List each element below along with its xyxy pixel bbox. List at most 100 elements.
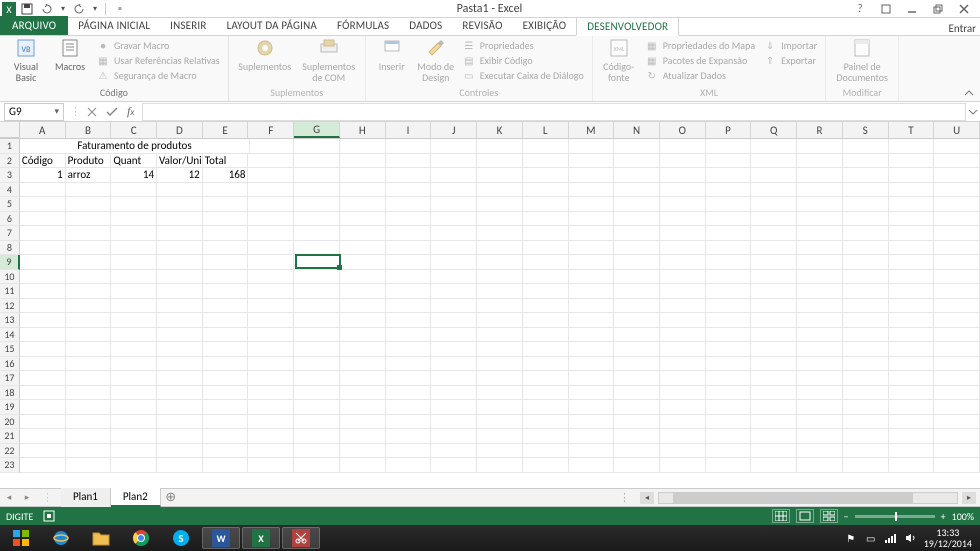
cell[interactable] [203,371,249,386]
save-icon[interactable] [18,1,36,17]
cell[interactable] [706,386,752,401]
cell[interactable] [706,241,752,256]
cell[interactable] [660,197,706,212]
cell[interactable] [203,270,249,285]
row-header[interactable]: 10 [0,270,20,285]
cell[interactable] [203,386,249,401]
sheet-tab[interactable]: Plan2 [111,488,161,507]
cell[interactable] [294,226,340,241]
cell[interactable] [523,284,569,299]
cell[interactable] [66,313,112,328]
cell[interactable] [614,270,660,285]
cell[interactable] [386,255,432,270]
cell[interactable] [751,284,797,299]
qat-customize[interactable]: ≡ [111,1,129,17]
cell[interactable] [889,400,935,415]
cell[interactable] [111,400,157,415]
ribbon-display-options[interactable] [876,1,896,17]
row-header[interactable]: 7 [0,226,20,241]
cell[interactable] [843,444,889,459]
cell[interactable] [934,154,980,169]
skype-taskbar-icon[interactable]: S [162,527,200,549]
cell[interactable] [386,342,432,357]
cell[interactable] [797,400,843,415]
cell[interactable] [843,168,889,183]
cell[interactable] [751,444,797,459]
cell[interactable] [66,386,112,401]
cell[interactable]: 14 [111,168,157,183]
cell[interactable] [934,226,980,241]
cell[interactable] [157,255,203,270]
cell[interactable] [660,284,706,299]
cell[interactable] [20,299,66,314]
hscroll-right[interactable]: ▸ [962,492,976,504]
cell[interactable] [386,313,432,328]
cell[interactable] [294,357,340,372]
row-header[interactable]: 6 [0,212,20,227]
cell[interactable] [248,386,294,401]
cell[interactable] [340,183,386,198]
cell[interactable] [477,255,523,270]
cell[interactable] [66,183,112,198]
cell[interactable] [934,357,980,372]
cell[interactable]: Produto [66,154,112,169]
ie-taskbar-icon[interactable] [42,527,80,549]
visual-basic-button[interactable]: VB Visual Basic [6,38,46,83]
cell[interactable] [706,371,752,386]
cell[interactable] [294,429,340,444]
cell[interactable] [248,444,294,459]
cell[interactable] [66,328,112,343]
cell[interactable] [614,299,660,314]
cell[interactable] [523,386,569,401]
cell[interactable] [660,328,706,343]
cell[interactable] [386,328,432,343]
cell[interactable] [66,241,112,256]
cell[interactable]: Código [20,154,66,169]
cell[interactable] [294,328,340,343]
cell[interactable] [751,212,797,227]
horizontal-scrollbar[interactable] [658,492,958,504]
tab-fórmulas[interactable]: FÓRMULAS [327,17,399,35]
cell[interactable] [843,342,889,357]
cell[interactable] [340,371,386,386]
cell[interactable] [386,270,432,285]
page-layout-view-button[interactable] [796,509,814,523]
cell[interactable] [248,415,294,430]
help-button[interactable]: ? [850,1,870,17]
cell[interactable] [111,386,157,401]
cell[interactable] [706,183,752,198]
undo-dropdown[interactable]: ▾ [58,1,68,17]
cell[interactable] [477,154,523,169]
cell[interactable] [340,400,386,415]
cell[interactable] [20,313,66,328]
cell[interactable] [477,357,523,372]
cell[interactable] [157,386,203,401]
cell[interactable] [66,357,112,372]
cell[interactable] [111,342,157,357]
import-button[interactable]: ⇓Importar [761,38,819,52]
cell[interactable] [569,226,615,241]
row-header[interactable]: 5 [0,197,20,212]
cell[interactable] [843,139,889,154]
cell[interactable] [157,444,203,459]
cell[interactable] [66,226,112,241]
cell[interactable] [614,183,660,198]
formula-input[interactable] [142,103,966,121]
cell[interactable] [569,255,615,270]
cell[interactable] [523,328,569,343]
cell[interactable] [660,415,706,430]
cell[interactable] [934,299,980,314]
cell[interactable] [614,400,660,415]
cell[interactable] [660,241,706,256]
row-header[interactable]: 23 [0,458,20,473]
cell[interactable] [386,197,432,212]
cell[interactable] [523,458,569,473]
refresh-data-button[interactable]: ↻Atualizar Dados [643,68,757,82]
column-header[interactable]: G [294,122,340,138]
cell[interactable] [248,284,294,299]
run-dialog-button[interactable]: ▭Executar Caixa de Diálogo [460,68,586,82]
tray-flag-icon[interactable]: ⚑ [844,531,858,545]
cell[interactable] [569,328,615,343]
cell[interactable] [843,328,889,343]
cell[interactable] [569,429,615,444]
